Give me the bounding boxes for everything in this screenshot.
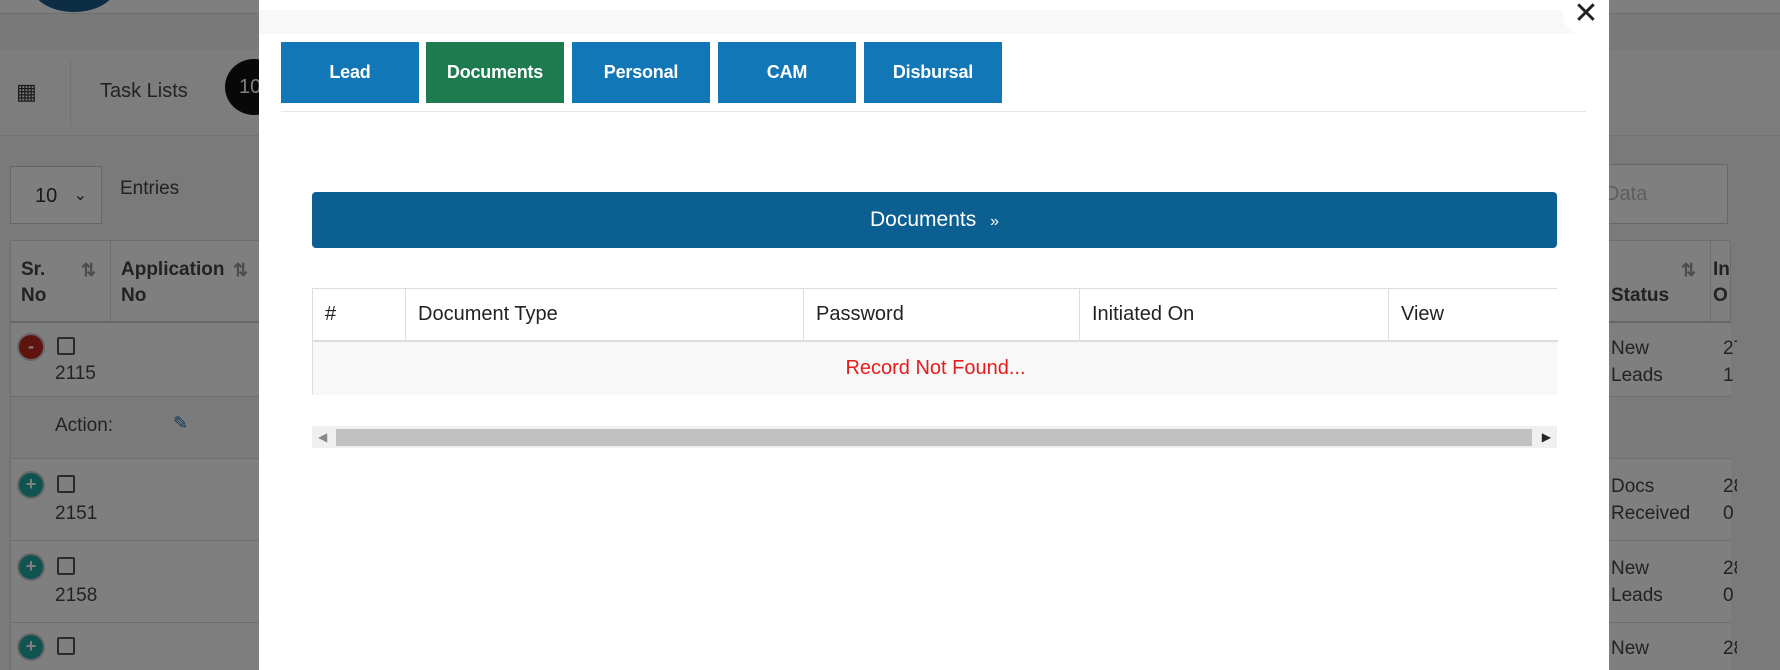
column-header-view: View bbox=[1389, 289, 1558, 342]
documents-table: # Document Type Password Initiated On Vi… bbox=[312, 288, 1558, 395]
double-chevron-down-icon: » bbox=[990, 213, 999, 230]
column-header-password: Password bbox=[804, 289, 1080, 342]
empty-state-message: Record Not Found... bbox=[313, 342, 1558, 395]
column-header-document-type: Document Type bbox=[406, 289, 804, 342]
scroll-right-icon[interactable]: ▶ bbox=[1542, 430, 1551, 444]
horizontal-scrollbar[interactable]: ◀ ▶ bbox=[312, 426, 1557, 448]
tab-lead[interactable]: Lead bbox=[281, 42, 419, 103]
modal-top-strip bbox=[259, 0, 1609, 34]
documents-section-toggle[interactable]: Documents » bbox=[312, 192, 1557, 248]
scroll-left-icon[interactable]: ◀ bbox=[318, 430, 327, 444]
scrollbar-thumb[interactable] bbox=[336, 429, 1532, 446]
column-header-index: # bbox=[313, 289, 406, 342]
tab-personal[interactable]: Personal bbox=[572, 42, 710, 103]
documents-section-title: Documents bbox=[870, 208, 977, 231]
tab-cam[interactable]: CAM bbox=[718, 42, 856, 103]
tab-documents[interactable]: Documents bbox=[426, 42, 564, 103]
tab-disbursal[interactable]: Disbursal bbox=[864, 42, 1002, 103]
close-icon[interactable]: ✕ bbox=[1563, 0, 1609, 36]
tabs-divider bbox=[281, 111, 1586, 112]
application-details-modal: ✕ Lead Documents Personal CAM Disbursal … bbox=[259, 0, 1609, 670]
column-header-initiated-on: Initiated On bbox=[1080, 289, 1389, 342]
